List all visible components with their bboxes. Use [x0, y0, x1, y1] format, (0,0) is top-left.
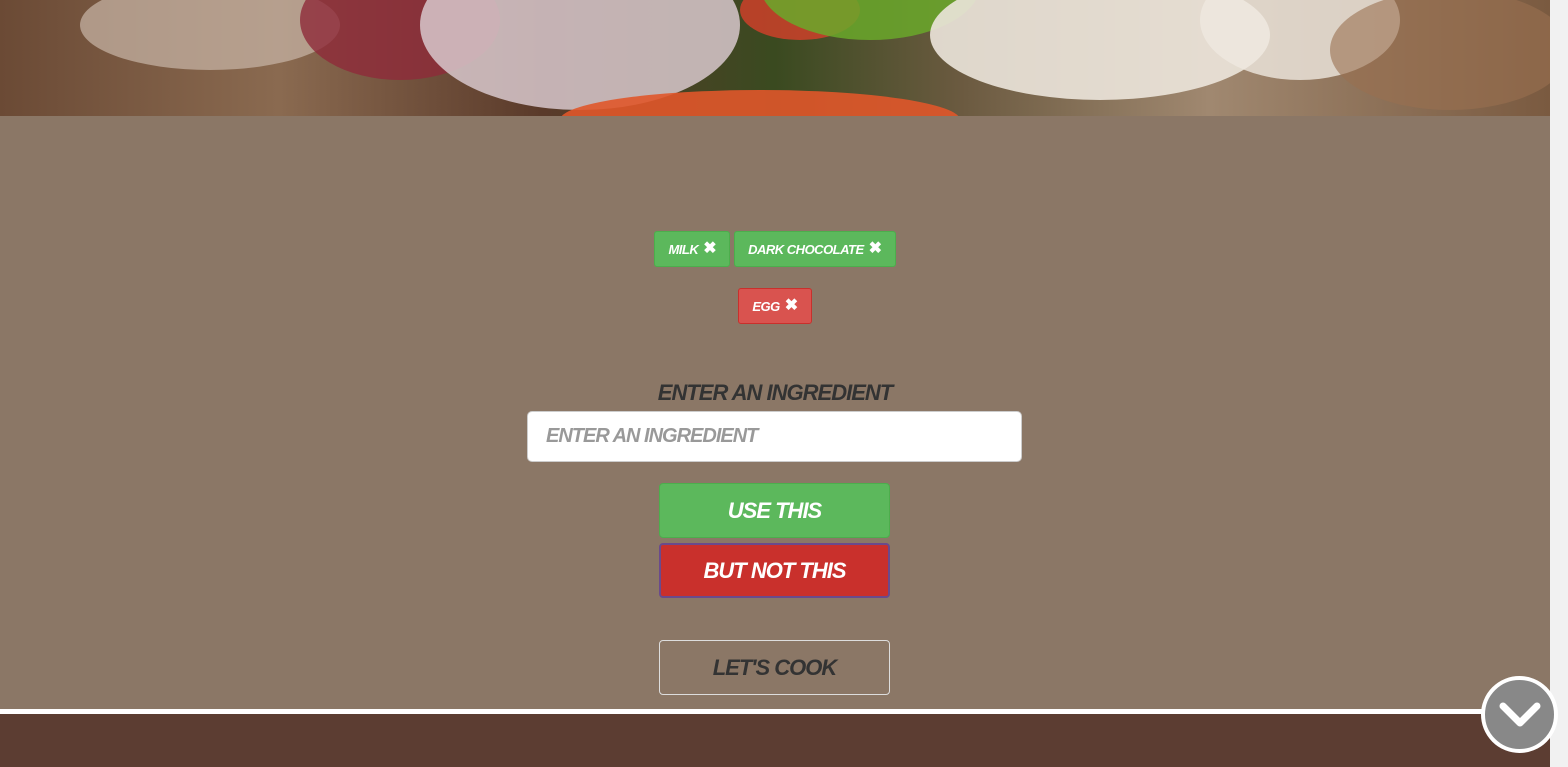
lets-cook-button[interactable]: Let's cook — [659, 640, 890, 695]
included-tags: Milk ✖ Dark Chocolate ✖ — [0, 231, 1550, 267]
use-this-button[interactable]: Use this — [659, 483, 890, 538]
scroll-down-button[interactable] — [1481, 676, 1558, 753]
tag-label: Milk — [668, 241, 699, 257]
close-icon[interactable]: ✖ — [785, 298, 798, 314]
tag-label: Egg — [752, 298, 780, 314]
but-not-this-button[interactable]: But not this — [659, 543, 890, 598]
chevron-down-icon — [1499, 702, 1540, 726]
page: Milk ✖ Dark Chocolate ✖ Egg ✖ Enter an i… — [0, 0, 1568, 767]
ingredient-label: Enter an ingredient — [657, 380, 893, 405]
tag-egg[interactable]: Egg ✖ — [738, 288, 812, 324]
tag-dark-chocolate[interactable]: Dark Chocolate ✖ — [734, 231, 896, 267]
tag-milk[interactable]: Milk ✖ — [654, 231, 731, 267]
ingredient-input[interactable] — [527, 411, 1022, 462]
scrollbar[interactable] — [1550, 0, 1568, 767]
tag-label: Dark Chocolate — [748, 241, 864, 257]
hero-food-image — [0, 0, 1550, 116]
close-icon[interactable]: ✖ — [869, 241, 882, 257]
close-icon[interactable]: ✖ — [703, 241, 716, 257]
excluded-tags: Egg ✖ — [0, 288, 1550, 324]
footer — [0, 714, 1550, 767]
